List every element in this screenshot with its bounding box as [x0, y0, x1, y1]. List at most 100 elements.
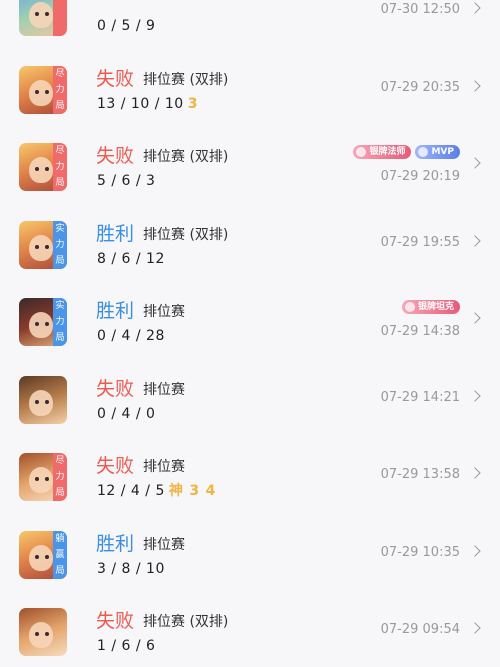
hero-eye — [35, 244, 39, 249]
match-result: 失败 — [96, 67, 135, 90]
match-row[interactable]: 尽力局 失败 排位赛 12 / 4 / 5 神 3 4 07-29 13:58 — [0, 431, 500, 509]
performance-tag-char: 局 — [55, 255, 65, 266]
honor-badge: 银牌法师 — [353, 145, 412, 159]
chevron-right-icon[interactable] — [469, 157, 481, 169]
hero-face — [29, 157, 53, 183]
hero-eye — [45, 244, 49, 249]
performance-tag-char: 力 — [55, 84, 65, 95]
match-row[interactable]: 尽力局 失败 排位赛 (双排) 13 / 10 / 10 3 07-29 20:35 — [0, 44, 500, 122]
match-type: 排位赛 (双排) — [143, 71, 229, 88]
hero-portrait — [19, 375, 67, 424]
hero-face — [29, 79, 53, 106]
hero-eye — [35, 632, 39, 636]
chevron-right-icon[interactable] — [469, 234, 481, 247]
kda-stats: 12 / 4 / 5神34 — [97, 483, 216, 499]
performance-tag-char: 局 — [55, 178, 65, 188]
hero-avatar: 实力局 — [19, 220, 67, 269]
kda-stats: 0 / 4 / 0 — [97, 405, 156, 422]
performance-tag-char: 赢 — [55, 549, 65, 560]
hero-eye — [45, 322, 49, 326]
hero-portrait — [19, 608, 67, 656]
multikill-badge: 3 — [187, 95, 198, 112]
hero-avatar — [19, 375, 67, 424]
performance-tag: 尽力局 — [53, 143, 67, 191]
hero-eye — [45, 167, 49, 171]
match-result: 失败 — [96, 455, 135, 477]
hero-face — [29, 467, 53, 493]
chevron-right-icon[interactable] — [469, 79, 481, 92]
match-time: 07-29 20:19 — [380, 169, 460, 184]
hero-avatar — [19, 608, 67, 656]
match-time: 07-29 09:54 — [380, 622, 460, 637]
hero-avatar — [19, 0, 67, 36]
match-row[interactable]: 失败 排位赛 0 / 4 / 0 07-29 14:21 — [0, 354, 500, 432]
kda-stats: 8 / 6 / 12 — [97, 250, 165, 267]
performance-tag-char: 局 — [55, 333, 65, 343]
hero-avatar: 尽力局 — [19, 453, 67, 501]
performance-tag-char: 局 — [55, 565, 65, 576]
hero-face — [29, 234, 53, 261]
hero-eye — [45, 477, 49, 481]
performance-tag-char: 力 — [55, 239, 65, 250]
hero-avatar: 尽力局 — [19, 65, 67, 114]
hero-face — [29, 2, 53, 28]
match-time: 07-29 14:38 — [380, 324, 460, 339]
kda-stats: 1 / 6 / 6 — [97, 638, 156, 654]
honor-badge: MVP — [415, 145, 460, 159]
hero-eye — [35, 322, 39, 326]
hero-eye — [35, 477, 39, 481]
hero-eye — [45, 554, 49, 559]
chevron-right-icon[interactable] — [469, 467, 481, 479]
match-type: 排位赛 — [143, 536, 185, 553]
performance-tag-char: 尽 — [55, 68, 65, 79]
hero-avatar: 尽力局 — [19, 143, 67, 191]
match-row[interactable]: 0 / 5 / 9 07-30 12:50 — [0, 0, 500, 44]
hero-eye — [35, 12, 39, 16]
chevron-right-icon[interactable] — [469, 312, 481, 324]
performance-tag: 实力局 — [53, 220, 67, 269]
performance-tag-char: 力 — [55, 317, 65, 327]
hero-eye — [45, 632, 49, 636]
performance-tag: 尽力局 — [53, 65, 67, 114]
hero-eye — [35, 399, 39, 404]
chevron-right-icon[interactable] — [469, 544, 481, 557]
match-result: 失败 — [96, 377, 135, 400]
performance-tag-char: 尽 — [55, 456, 65, 466]
performance-tag — [53, 0, 67, 36]
hero-face — [29, 544, 53, 571]
kda-stats: 0 / 5 / 9 — [97, 18, 156, 34]
hero-eye — [45, 89, 49, 94]
kda-stats: 3 / 8 / 10 — [97, 560, 165, 577]
match-row[interactable]: 实力局 胜利 排位赛 0 / 4 / 28 银牌坦克 07-29 14:38 — [0, 276, 500, 354]
performance-tag: 尽力局 — [53, 453, 67, 501]
match-time: 07-29 10:35 — [380, 544, 460, 560]
performance-tag-char: 局 — [55, 100, 65, 111]
hero-eye — [35, 554, 39, 559]
match-time: 07-29 14:21 — [380, 389, 460, 405]
hero-eye — [35, 167, 39, 171]
honor-badges: 银牌坦克 — [401, 300, 460, 314]
chevron-right-icon[interactable] — [469, 622, 481, 634]
match-row[interactable]: 失败 排位赛 (双排) 1 / 6 / 6 07-29 09:54 — [0, 586, 500, 664]
chevron-right-icon[interactable] — [469, 389, 481, 402]
match-row[interactable]: 尽力局 失败 排位赛 (双排) 5 / 6 / 3 银牌法师 MVP 07-29 20:19 — [0, 121, 500, 199]
performance-tag-char: 实 — [55, 301, 65, 311]
match-result: 失败 — [96, 610, 135, 632]
hero-eye — [45, 399, 49, 404]
multikill-badge: 3 — [189, 483, 200, 499]
match-time: 07-29 20:35 — [380, 79, 460, 95]
kda-stats: 13 / 10 / 10 3 — [97, 95, 198, 112]
performance-tag-char: 力 — [55, 162, 65, 172]
match-row[interactable]: 躺赢局 胜利 排位赛 3 / 8 / 10 07-29 10:35 — [0, 509, 500, 587]
hero-eye — [35, 89, 39, 94]
performance-tag: 躺赢局 — [53, 530, 67, 579]
match-row[interactable]: 实力局 胜利 排位赛 (双排) 8 / 6 / 12 07-29 19:55 — [0, 199, 500, 277]
performance-tag-char: 实 — [55, 223, 65, 234]
performance-tag-char: 尽 — [55, 146, 65, 156]
kda-stats: 0 / 4 / 28 — [97, 328, 165, 344]
match-result: 胜利 — [96, 222, 135, 245]
chevron-right-icon[interactable] — [469, 2, 481, 14]
hero-eye — [45, 12, 49, 16]
match-result: 胜利 — [96, 300, 135, 322]
match-type: 排位赛 — [143, 304, 185, 320]
